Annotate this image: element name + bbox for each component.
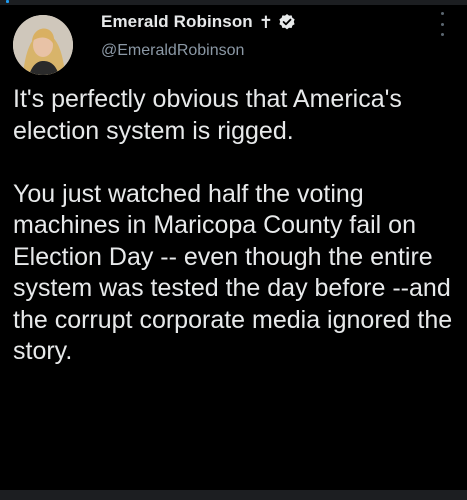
verified-badge-icon bbox=[278, 13, 296, 31]
bottom-bar bbox=[0, 490, 467, 500]
display-name[interactable]: Emerald Robinson bbox=[101, 12, 253, 32]
more-dot bbox=[440, 33, 444, 36]
tweet-paragraph: You just watched half the voting machine… bbox=[13, 179, 453, 366]
handle[interactable]: @EmeraldRobinson bbox=[101, 42, 296, 60]
cross-icon: ✝ bbox=[258, 12, 274, 32]
tweet-paragraph: It's perfectly obvious that America's el… bbox=[13, 85, 402, 145]
tweet-text: It's perfectly obvious that America's el… bbox=[13, 84, 453, 368]
more-options-icon[interactable] bbox=[435, 12, 449, 36]
more-dot bbox=[440, 12, 444, 15]
status-dot bbox=[6, 0, 9, 3]
more-dot bbox=[440, 22, 444, 26]
tweet-header: Emerald Robinson ✝ @EmeraldRobinson bbox=[101, 10, 296, 60]
avatar[interactable] bbox=[13, 15, 73, 75]
name-row: Emerald Robinson ✝ bbox=[101, 10, 296, 34]
top-bar bbox=[0, 0, 467, 5]
